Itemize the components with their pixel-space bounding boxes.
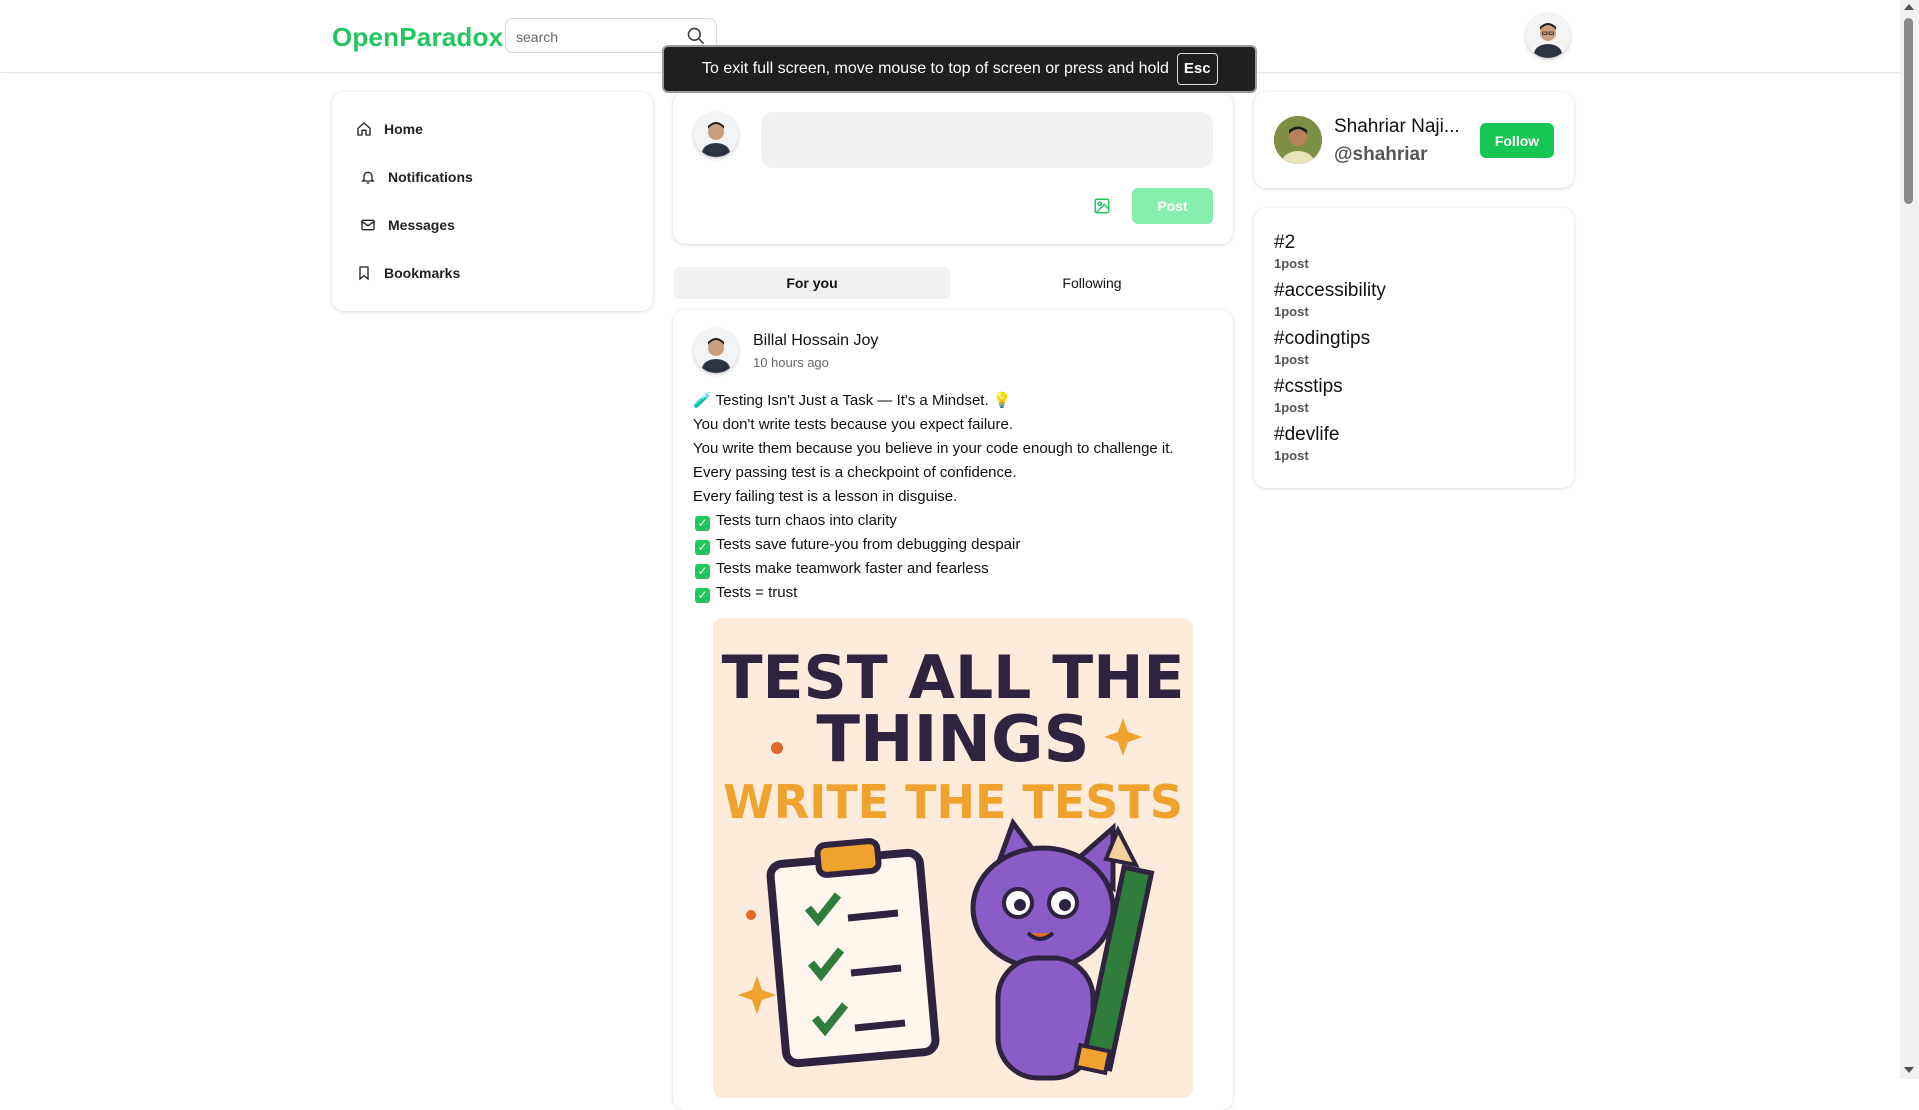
dot-icon	[746, 910, 756, 920]
user-avatar[interactable]	[1526, 14, 1570, 58]
post-line: You write them because you believe in yo…	[693, 440, 1174, 457]
test-all-things-illustration: TEST ALL THE THINGS WRITE THE TESTS	[713, 618, 1193, 1098]
trend-tag: #csstips	[1274, 376, 1343, 397]
clipboard-icon	[766, 838, 940, 1068]
suggested-avatar[interactable]	[1274, 116, 1322, 164]
bookmark-icon	[359, 266, 369, 281]
checklist-text: Tests make teamwork faster and fearless	[716, 560, 989, 577]
feed-tabs: For you Following	[674, 267, 1234, 299]
esc-key-hint: Esc	[1176, 53, 1218, 85]
post-line: Every passing test is a checkpoint of co…	[693, 464, 1017, 481]
nav-label-home: Home	[384, 121, 423, 137]
trend-count: 1post	[1274, 400, 1309, 415]
post-line: 🧪 Testing Isn't Just a Task — It's a Min…	[693, 392, 1012, 409]
app-logo[interactable]: OpenParadox	[332, 22, 503, 53]
nav-label-notifications: Notifications	[388, 169, 473, 185]
toast-message: To exit full screen, move mouse to top o…	[702, 60, 1169, 77]
avatar-photo	[694, 329, 738, 373]
trend-tag: #2	[1274, 232, 1296, 253]
fullscreen-exit-toast: To exit full screen, move mouse to top o…	[662, 45, 1257, 93]
post-textarea[interactable]	[761, 112, 1213, 168]
avatar-photo	[694, 113, 738, 157]
check-icon: ✓	[695, 516, 710, 531]
nav-label-bookmarks: Bookmarks	[384, 265, 461, 281]
checklist-text: Tests turn chaos into clarity	[716, 512, 897, 529]
checklist-item: ✓ Tests make teamwork faster and fearless	[693, 557, 1218, 581]
trend-count: 1post	[1274, 352, 1309, 367]
trend-item[interactable]: #2 1post	[1274, 232, 1309, 271]
nav-label-messages: Messages	[388, 217, 455, 233]
post-image[interactable]: TEST ALL THE THINGS WRITE THE TESTS	[713, 618, 1193, 1098]
search-input[interactable]	[514, 25, 678, 49]
nav-item-bookmarks[interactable]: Bookmarks	[356, 265, 460, 281]
trending-tags: #2 1post #accessibility 1post #codingtip…	[1254, 208, 1574, 488]
follow-button[interactable]: Follow	[1480, 123, 1554, 158]
feed-post: Billal Hossain Joy 10 hours ago 🧪 Testin…	[673, 310, 1233, 1110]
trend-item[interactable]: #accessibility 1post	[1274, 280, 1386, 319]
avatar-photo	[1274, 116, 1322, 164]
image-headline-2: THINGS	[816, 703, 1089, 777]
trend-count: 1post	[1274, 256, 1309, 271]
trend-count: 1post	[1274, 448, 1309, 463]
left-navigation: Home Notifications Messages Bookmarks	[332, 92, 653, 311]
nav-item-messages[interactable]: Messages	[360, 217, 455, 233]
post-timestamp: 10 hours ago	[753, 355, 829, 370]
composer-avatar	[694, 113, 738, 157]
trend-tag: #accessibility	[1274, 280, 1386, 301]
check-icon: ✓	[695, 564, 710, 579]
trend-count: 1post	[1274, 304, 1309, 319]
post-line: Every failing test is a lesson in disgui…	[693, 488, 958, 505]
post-button[interactable]: Post	[1132, 188, 1213, 224]
nav-item-home[interactable]: Home	[356, 121, 423, 137]
check-icon: ✓	[695, 540, 710, 555]
post-line: You don't write tests because you expect…	[693, 416, 1014, 433]
tab-following[interactable]: Following	[954, 267, 1230, 299]
post-composer: Post	[673, 92, 1233, 244]
trend-tag: #devlife	[1274, 424, 1340, 445]
post-author-name[interactable]: Billal Hossain Joy	[753, 332, 878, 350]
scroll-up-icon[interactable]	[1904, 4, 1914, 10]
scrollbar-thumb[interactable]	[1904, 18, 1913, 204]
checklist-text: Tests = trust	[716, 584, 798, 601]
checklist-item: ✓ Tests save future-you from debugging de…	[693, 533, 1218, 557]
tab-for-you[interactable]: For you	[674, 267, 950, 299]
image-headline-3: WRITE THE TESTS	[723, 775, 1183, 829]
suggested-profile-card: Shahriar Naji... @shahriar Follow	[1254, 92, 1574, 188]
suggested-handle: @shahriar	[1334, 144, 1428, 165]
trend-item[interactable]: #devlife 1post	[1274, 424, 1340, 463]
suggested-name[interactable]: Shahriar Naji...	[1334, 116, 1472, 138]
image-icon[interactable]	[1093, 197, 1111, 215]
trend-tag: #codingtips	[1274, 328, 1371, 349]
avatar-photo	[1526, 14, 1570, 58]
trend-item[interactable]: #csstips 1post	[1274, 376, 1343, 415]
checklist-text: Tests save future-you from debugging des…	[716, 536, 1021, 553]
dot-icon	[771, 742, 783, 754]
checklist-item: ✓ Tests = trust	[693, 581, 1218, 605]
check-icon: ✓	[695, 588, 710, 603]
nav-item-notifications[interactable]: Notifications	[360, 169, 473, 185]
checklist-item: ✓ Tests turn chaos into clarity	[693, 509, 1218, 533]
search-icon[interactable]	[686, 26, 706, 46]
trend-item[interactable]: #codingtips 1post	[1274, 328, 1370, 367]
post-author-avatar[interactable]	[694, 329, 738, 373]
post-body: 🧪 Testing Isn't Just a Task — It's a Min…	[693, 389, 1218, 605]
bell-icon	[361, 171, 375, 184]
scroll-down-icon[interactable]	[1904, 1067, 1914, 1073]
mail-icon	[361, 219, 375, 231]
home-icon	[357, 122, 371, 136]
page-scrollbar[interactable]	[1900, 0, 1919, 1079]
